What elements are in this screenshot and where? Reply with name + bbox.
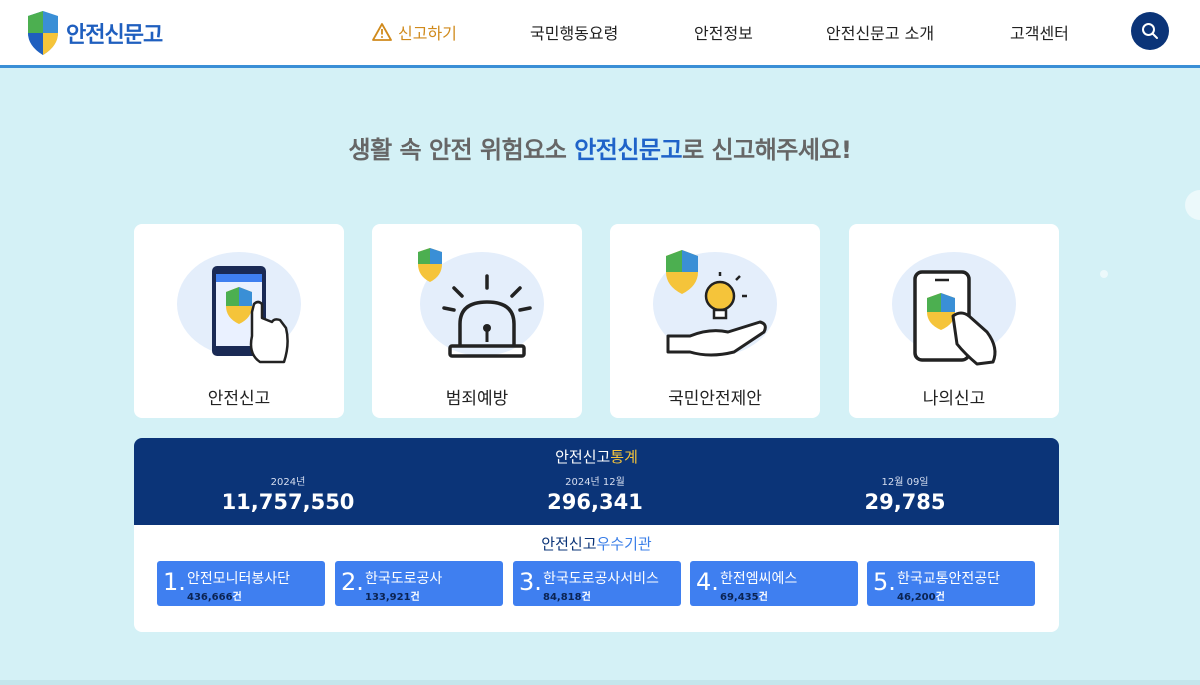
agency-count: 84,818건 bbox=[543, 588, 591, 603]
nav-label-report: 신고하기 bbox=[398, 24, 457, 43]
agency-rank: 3. bbox=[519, 568, 542, 596]
agency-count-unit: 건 bbox=[410, 592, 420, 603]
agency-rank: 2. bbox=[341, 568, 364, 596]
stat-daily: 12월 09일 29,785 bbox=[805, 473, 1005, 514]
stat-value: 296,341 bbox=[547, 490, 643, 514]
excellent-agencies: 안전신고우수기관 1. 안전모니터봉사단 436,666건 2. 한국도로공사 … bbox=[134, 525, 1059, 632]
agency-item[interactable]: 4. 한전엠씨에스 69,435건 bbox=[690, 561, 858, 606]
agency-name: 안전모니터봉사단 bbox=[187, 571, 291, 587]
agency-count-unit: 건 bbox=[232, 592, 242, 603]
card-safety-proposal[interactable]: 국민안전제안 bbox=[610, 224, 820, 418]
agencies-title: 안전신고우수기관 bbox=[134, 533, 1059, 554]
agency-count: 133,921건 bbox=[365, 588, 420, 603]
footer-divider bbox=[0, 680, 1200, 685]
my-report-phone-icon bbox=[892, 252, 1016, 366]
agency-count-value: 46,200 bbox=[897, 592, 936, 603]
agency-rank: 1. bbox=[163, 568, 186, 596]
search-icon bbox=[1142, 23, 1158, 39]
agency-count-unit: 건 bbox=[581, 592, 591, 603]
decorative-bubble bbox=[1100, 270, 1108, 278]
hero-title-highlight: 안전신문고 bbox=[574, 136, 683, 164]
agencies-title-pre: 안전신고 bbox=[541, 535, 597, 553]
nav-item-about[interactable]: 안전신문고 소개 bbox=[826, 20, 934, 44]
statistics-title-highlight: 통계 bbox=[610, 448, 638, 466]
agency-item[interactable]: 2. 한국도로공사 133,921건 bbox=[335, 561, 503, 606]
agency-rank: 5. bbox=[873, 568, 896, 596]
agency-count-unit: 건 bbox=[935, 592, 945, 603]
hero-title-post: 로 신고해주세요! bbox=[682, 136, 852, 164]
agency-item[interactable]: 1. 안전모니터봉사단 436,666건 bbox=[157, 561, 325, 606]
agency-name: 한국교통안전공단 bbox=[897, 571, 1001, 587]
card-label: 범죄예방 bbox=[445, 389, 509, 409]
stat-monthly: 2024년 12월 296,341 bbox=[495, 473, 695, 514]
card-label: 국민안전제안 bbox=[668, 389, 762, 409]
hero-title-pre: 생활 속 안전 위험요소 bbox=[348, 136, 575, 164]
card-label: 안전신고 bbox=[207, 389, 271, 409]
agency-rank: 4. bbox=[696, 568, 719, 596]
stat-value: 11,757,550 bbox=[221, 490, 355, 514]
agency-item[interactable]: 3. 한국도로공사서비스 84,818건 bbox=[513, 561, 681, 606]
card-crime-prevention[interactable]: 범죄예방 bbox=[372, 224, 582, 418]
card-safety-report[interactable]: 안전신고 bbox=[134, 224, 344, 418]
stat-value: 29,785 bbox=[864, 490, 946, 514]
hero-title: 생활 속 안전 위험요소 안전신문고로 신고해주세요! bbox=[0, 130, 1200, 165]
stat-period: 12월 09일 bbox=[881, 477, 929, 488]
main-nav: 신고하기 국민행동요령 안전정보 안전신문고 소개 고객센터 bbox=[0, 20, 1200, 44]
agency-count-value: 84,818 bbox=[543, 592, 582, 603]
decorative-bubble bbox=[1185, 190, 1200, 220]
stat-period: 2024년 12월 bbox=[565, 477, 625, 488]
card-my-report[interactable]: 나의신고 bbox=[849, 224, 1059, 418]
siren-icon bbox=[418, 248, 544, 358]
agencies-title-highlight: 우수기관 bbox=[596, 535, 652, 553]
search-button[interactable] bbox=[1131, 12, 1169, 50]
statistics-title: 안전신고통계 bbox=[134, 446, 1059, 467]
agency-count-value: 69,435 bbox=[720, 592, 759, 603]
agency-count-value: 436,666 bbox=[187, 592, 233, 603]
lightbulb-hand-icon bbox=[653, 250, 777, 357]
warning-icon bbox=[372, 23, 392, 41]
nav-item-safety-info[interactable]: 안전정보 bbox=[694, 20, 753, 44]
stat-yearly: 2024년 11,757,550 bbox=[188, 473, 388, 514]
agency-name: 한국도로공사 bbox=[365, 571, 443, 587]
agency-count-unit: 건 bbox=[758, 592, 768, 603]
site-header: 안전신문고 신고하기 국민행동요령 안전정보 안전신문고 소개 고객센터 bbox=[0, 0, 1200, 68]
report-statistics: 안전신고통계 2024년 11,757,550 2024년 12월 296,34… bbox=[134, 438, 1059, 525]
phone-touch-icon bbox=[177, 252, 301, 364]
nav-item-guidelines[interactable]: 국민행동요령 bbox=[530, 20, 618, 44]
nav-item-support[interactable]: 고객센터 bbox=[1010, 20, 1069, 44]
agency-count: 69,435건 bbox=[720, 588, 768, 603]
nav-item-report[interactable]: 신고하기 bbox=[372, 20, 457, 44]
agency-name: 한국도로공사서비스 bbox=[543, 571, 659, 587]
agency-count-value: 133,921 bbox=[365, 592, 411, 603]
agency-count: 46,200건 bbox=[897, 588, 945, 603]
agency-item[interactable]: 5. 한국교통안전공단 46,200건 bbox=[867, 561, 1035, 606]
card-label: 나의신고 bbox=[922, 389, 986, 409]
agency-count: 436,666건 bbox=[187, 588, 242, 603]
agency-name: 한전엠씨에스 bbox=[720, 571, 798, 587]
statistics-title-pre: 안전신고 bbox=[555, 448, 611, 466]
stat-period: 2024년 bbox=[270, 477, 306, 488]
